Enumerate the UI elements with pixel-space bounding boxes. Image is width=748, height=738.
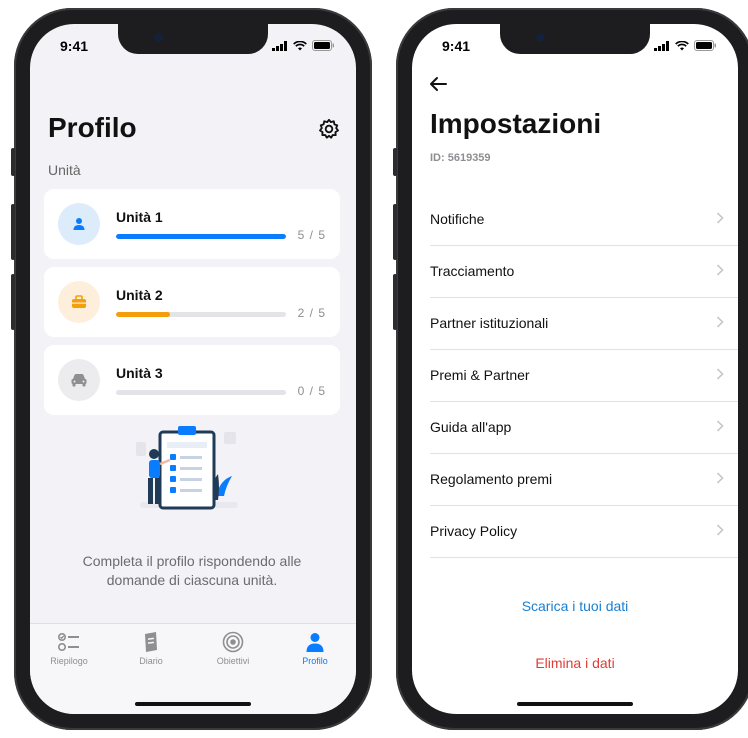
person-icon <box>73 218 85 230</box>
tab-diario[interactable]: Diario <box>116 630 186 666</box>
gear-icon[interactable] <box>318 118 340 140</box>
section-label: Unità <box>48 162 81 178</box>
menu-item-label: Partner istituzionali <box>430 315 549 331</box>
unit-count: 2 / 5 <box>297 306 326 320</box>
menu-item-regolamento-premi[interactable]: Regolamento premi <box>430 453 738 506</box>
unit-count: 5 / 5 <box>297 228 326 242</box>
phone-profile: 9:41 Profilo Unità Unità 1 5 / 5 Unità 2… <box>11 8 372 730</box>
menu-item-privacy-policy[interactable]: Privacy Policy <box>430 505 738 558</box>
chevron-right-icon <box>716 472 724 484</box>
tab-riepilogo[interactable]: Riepilogo <box>34 630 104 666</box>
unit-name: Unità 2 <box>116 287 163 303</box>
chevron-right-icon <box>716 264 724 276</box>
unit-count: 0 / 5 <box>297 384 326 398</box>
delete-data-link[interactable]: Elimina i dati <box>412 655 738 671</box>
tab-obiettivi[interactable]: Obiettivi <box>198 630 268 666</box>
volume-up-button <box>393 204 397 260</box>
unit-progress-track <box>116 312 286 317</box>
notch <box>118 24 268 54</box>
menu-item-label: Guida all'app <box>430 419 512 435</box>
person-icon <box>306 633 324 652</box>
profile-hint: Completa il profilo rispondendo alle dom… <box>82 553 302 588</box>
chevron-right-icon <box>716 420 724 432</box>
unit-card-1[interactable]: Unità 1 5 / 5 <box>44 189 340 259</box>
unit-progress-fill <box>116 234 286 239</box>
tab-profilo[interactable]: Profilo <box>280 630 350 666</box>
unit-icon-bg <box>58 203 100 245</box>
unit-icon-bg <box>58 359 100 401</box>
menu-item-tracciamento[interactable]: Tracciamento <box>430 245 738 298</box>
tab-label: Obiettivi <box>216 656 250 666</box>
target-icon <box>222 631 244 653</box>
menu-item-premi-partner[interactable]: Premi & Partner <box>430 349 738 402</box>
checklist-icon <box>57 632 79 652</box>
unit-card-3[interactable]: Unità 3 0 / 5 <box>44 345 340 415</box>
tab-bar: Riepilogo Diario Obiettivi Profilo <box>30 623 356 714</box>
tab-label: Profilo <box>302 656 328 666</box>
notch <box>500 24 650 54</box>
battery-icon <box>312 40 334 51</box>
menu-item-guida-app[interactable]: Guida all'app <box>430 401 738 454</box>
wifi-icon <box>293 40 307 50</box>
menu-item-partner-istituzionali[interactable]: Partner istituzionali <box>430 297 738 350</box>
menu-item-label: Premi & Partner <box>430 367 530 383</box>
silent-switch <box>393 148 397 176</box>
menu-item-label: Regolamento premi <box>430 471 553 487</box>
volume-up-button <box>11 204 15 260</box>
chevron-right-icon <box>716 212 724 224</box>
journal-icon <box>145 632 157 652</box>
unit-name: Unità 1 <box>116 209 163 225</box>
chevron-right-icon <box>716 524 724 536</box>
volume-down-button <box>11 274 15 330</box>
battery-icon <box>694 40 716 51</box>
download-data-link[interactable]: Scarica i tuoi dati <box>412 598 738 614</box>
profile-screen: 9:41 Profilo Unità Unità 1 5 / 5 Unità 2… <box>30 24 356 714</box>
checklist-illustration <box>136 426 238 510</box>
status-time: 9:41 <box>60 38 89 54</box>
menu-item-label: Tracciamento <box>430 263 515 279</box>
tab-label: Diario <box>139 656 163 666</box>
tab-label: Riepilogo <box>50 656 88 666</box>
wifi-icon <box>675 40 689 50</box>
home-indicator <box>517 702 633 706</box>
volume-down-button <box>393 274 397 330</box>
unit-progress-track <box>116 390 286 395</box>
user-id: ID: 5619359 <box>430 152 491 164</box>
unit-card-2[interactable]: Unità 2 2 / 5 <box>44 267 340 337</box>
page-title: Impostazioni <box>430 108 602 139</box>
chevron-right-icon <box>716 368 724 380</box>
unit-name: Unità 3 <box>116 365 163 381</box>
phone-settings: 9:41 Impostazioni ID: 5619359 Notifiche … <box>393 8 748 730</box>
settings-screen: 9:41 Impostazioni ID: 5619359 Notifiche … <box>412 24 738 714</box>
silent-switch <box>11 148 15 176</box>
menu-item-notifiche[interactable]: Notifiche <box>430 193 738 246</box>
home-indicator <box>135 702 251 706</box>
status-time: 9:41 <box>442 38 471 54</box>
chevron-right-icon <box>716 316 724 328</box>
unit-progress-track <box>116 234 286 239</box>
page-title: Profilo <box>48 112 137 143</box>
back-arrow-icon[interactable] <box>428 74 448 94</box>
menu-item-label: Privacy Policy <box>430 523 518 539</box>
unit-icon-bg <box>58 281 100 323</box>
briefcase-icon <box>72 295 86 308</box>
signal-icon <box>654 40 669 51</box>
signal-icon <box>272 40 287 51</box>
menu-item-label: Notifiche <box>430 211 485 227</box>
car-icon <box>71 374 87 387</box>
unit-progress-fill <box>116 312 171 317</box>
